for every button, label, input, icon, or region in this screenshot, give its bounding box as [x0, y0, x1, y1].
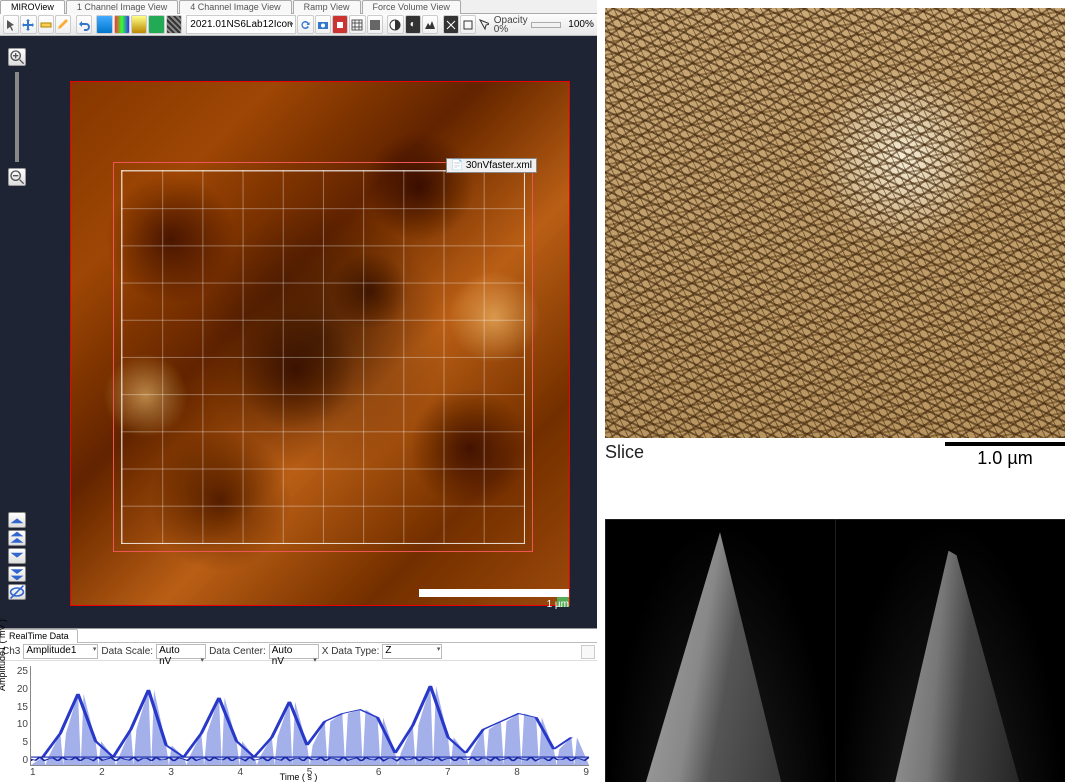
side-nav-buttons — [8, 512, 26, 600]
realtime-panel: RealTime Data Ch3 Amplitude1 Data Scale:… — [0, 628, 597, 782]
tab-1channel[interactable]: 1 Channel Image View — [66, 0, 178, 14]
pencil-tool-icon[interactable] — [55, 15, 71, 34]
sem-image-row — [605, 519, 1065, 782]
file-icon: 📄 — [451, 160, 463, 171]
nav-down-icon[interactable] — [8, 548, 26, 564]
xdatatype-label: X Data Type: — [322, 646, 380, 657]
palette-1-icon[interactable] — [96, 15, 112, 34]
xdatatype-dropdown[interactable]: Z — [382, 644, 442, 659]
nav-up-fast-icon[interactable] — [8, 512, 26, 528]
flip-icon[interactable]: ◐ — [405, 15, 421, 34]
move-tool-icon[interactable] — [20, 15, 36, 34]
scan-scalebar: 1 µm — [419, 589, 569, 610]
nav-up-icon[interactable] — [8, 530, 26, 546]
view-tabs: MIROView 1 Channel Image View 4 Channel … — [0, 0, 597, 14]
stop-icon[interactable] — [332, 15, 348, 34]
ruler-tool-icon[interactable] — [38, 15, 54, 34]
scan-scalebar-label: 1 µm — [547, 599, 569, 610]
scan-region-overlay[interactable]: 📄 30nVfaster.xml — [113, 162, 533, 552]
realtime-tab[interactable]: RealTime Data — [0, 629, 78, 643]
refresh-icon[interactable] — [297, 15, 313, 34]
crop-icon[interactable] — [443, 15, 459, 34]
rt-settings-icon[interactable] — [581, 645, 595, 659]
sem-tip-image-1 — [605, 519, 835, 782]
palette-5-icon[interactable] — [166, 15, 182, 34]
undo-icon[interactable] — [76, 15, 92, 34]
slice-label: Slice — [605, 442, 644, 463]
palette-3-icon[interactable] — [131, 15, 147, 34]
datacenter-label: Data Center: — [209, 646, 266, 657]
main-toolbar: 2021.01NS6Lab12Icon ◐ Opacity 0% 100% — [0, 14, 597, 36]
plot-ylabel: Amplitude1 ( mV ) — [0, 618, 7, 690]
palette-4-icon[interactable] — [148, 15, 164, 34]
realtime-plot[interactable]: Amplitude1 ( mV ) 2520151050 123456789 T… — [0, 661, 597, 782]
tab-4channel[interactable]: 4 Channel Image View — [179, 0, 291, 14]
scan-file-tag[interactable]: 📄 30nVfaster.xml — [446, 158, 537, 173]
tab-ramp[interactable]: Ramp View — [293, 0, 361, 14]
zoom-out-button[interactable] — [8, 168, 26, 186]
plot-canvas — [31, 666, 589, 765]
scan-viewport[interactable]: 📄 30nVfaster.xml 1 µm — [0, 36, 597, 628]
channel-dropdown[interactable]: Amplitude1 — [23, 644, 98, 659]
layers-icon[interactable] — [460, 15, 476, 34]
palette-2-icon[interactable] — [114, 15, 130, 34]
grid-icon[interactable] — [349, 15, 365, 34]
tab-miroview[interactable]: MIROView — [0, 0, 65, 14]
cursor-icon — [479, 19, 489, 31]
micro-scalebar: 1.0 µm — [945, 442, 1065, 469]
sem-tip-image-2 — [835, 519, 1065, 782]
opacity-slider[interactable] — [531, 22, 562, 28]
micro-scalebar-label: 1.0 µm — [977, 448, 1032, 469]
levels-icon[interactable] — [422, 15, 438, 34]
visibility-toggle-icon[interactable] — [8, 584, 26, 600]
datascale-dropdown[interactable]: Auto nV — [156, 644, 206, 659]
pointer-tool-icon[interactable] — [3, 15, 19, 34]
nav-down-fast-icon[interactable] — [8, 566, 26, 582]
file-selector-value: 2021.01NS6Lab12Icon — [190, 19, 292, 30]
camera-icon[interactable] — [315, 15, 331, 34]
opacity-display: Opacity 0% — [494, 16, 528, 34]
file-selector-dropdown[interactable]: 2021.01NS6Lab12Icon — [186, 15, 296, 34]
zoom-in-button[interactable] — [8, 48, 26, 66]
contrast-icon[interactable] — [387, 15, 403, 34]
scan-file-label: 30nVfaster.xml — [466, 160, 532, 171]
afm-scan-image[interactable]: 📄 30nVfaster.xml — [70, 81, 570, 606]
tab-forcevolume[interactable]: Force Volume View — [362, 0, 461, 14]
datascale-label: Data Scale: — [101, 646, 153, 657]
zoom-percent-label: 100% — [568, 19, 594, 30]
plot-xlabel: Time ( s ) — [280, 772, 318, 782]
plot-yticks: 2520151050 — [10, 666, 28, 766]
datacenter-dropdown[interactable]: Auto nV — [269, 644, 319, 659]
disk-icon[interactable] — [367, 15, 383, 34]
microscopy-image: Slice 1.0 µm — [605, 8, 1067, 469]
zoom-slider[interactable] — [15, 72, 19, 162]
